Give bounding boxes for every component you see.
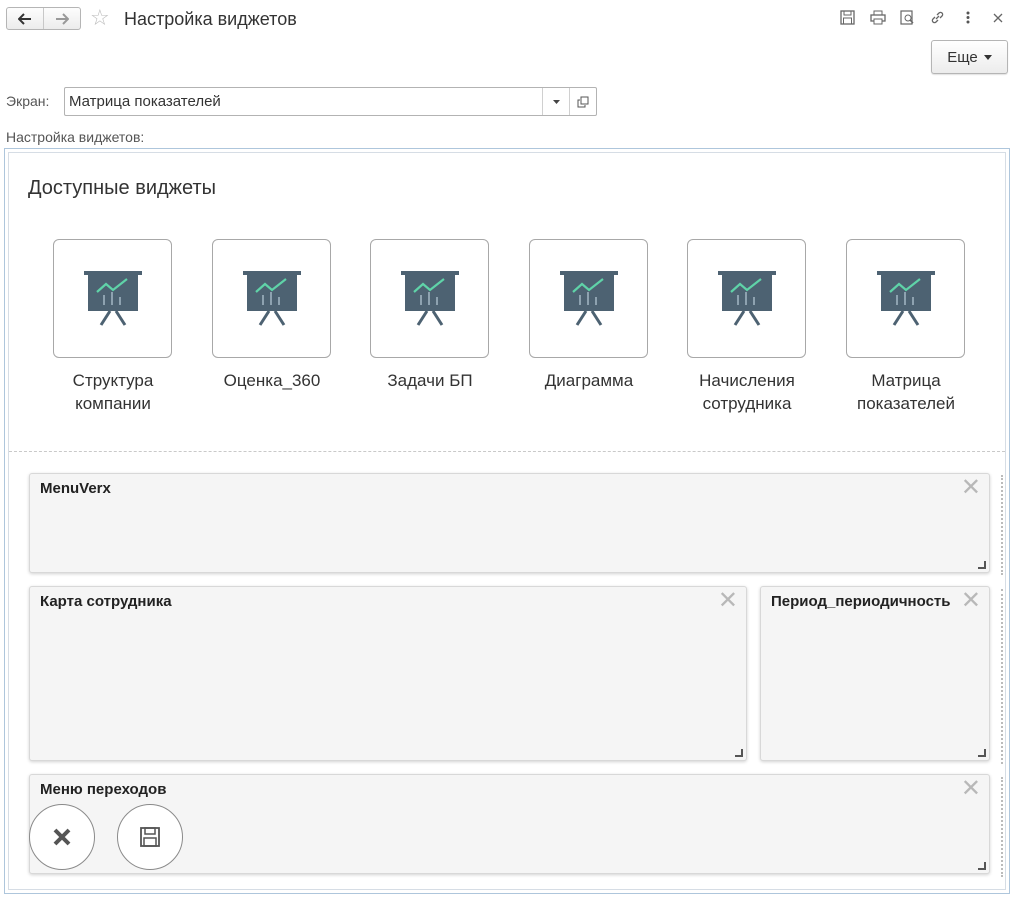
title-bar: ☆ Настройка виджетов	[0, 0, 1015, 38]
divider	[9, 451, 1005, 452]
widget-panel-karta[interactable]: Карта сотрудника ✕	[29, 586, 747, 761]
arrow-right-icon	[56, 12, 69, 25]
widget-settings-frame: Доступные виджеты Структура компании Оце…	[4, 148, 1010, 894]
arrow-left-icon	[18, 12, 31, 25]
widget-label: Оценка_360	[223, 371, 321, 390]
close-icon[interactable]: ✕	[718, 589, 738, 613]
close-icon[interactable]: ✕	[961, 777, 981, 801]
close-icon	[53, 828, 71, 846]
more-button-label: Еще	[947, 48, 978, 66]
widget-label: Диаграмма	[544, 371, 634, 390]
settings-label: Настройка виджетов:	[6, 129, 145, 145]
more-vert-icon[interactable]	[958, 8, 977, 27]
widget-label: Матрица показателей	[857, 371, 955, 413]
presentation-chart-icon	[400, 270, 459, 326]
chevron-down-icon	[552, 99, 560, 104]
panel-title: MenuVerx	[40, 480, 111, 497]
grid-edge	[1001, 475, 1003, 575]
widget-tile[interactable]	[370, 239, 489, 358]
panel-title: Карта сотрудника	[40, 593, 172, 610]
widget-card[interactable]: Начисления сотрудника	[687, 239, 807, 413]
save-icon	[140, 827, 160, 847]
print-icon[interactable]	[868, 8, 887, 27]
widget-tile[interactable]	[846, 239, 965, 358]
screen-select[interactable]: Матрица показателей	[64, 87, 597, 116]
widget-tile[interactable]	[687, 239, 806, 358]
nav-group	[6, 7, 81, 30]
widget-tile[interactable]	[529, 239, 648, 358]
available-widgets-title: Доступные виджеты	[28, 177, 217, 199]
widget-panel-period[interactable]: Период_периодичность ✕	[760, 586, 990, 761]
widget-panel-menuverx[interactable]: MenuVerx ✕	[29, 473, 990, 573]
screen-dropdown-button[interactable]	[542, 88, 569, 115]
save-button[interactable]	[117, 804, 183, 870]
widget-label: Задачи БП	[387, 371, 473, 390]
widget-settings-area: Доступные виджеты Структура компании Оце…	[8, 152, 1006, 890]
widget-card[interactable]: Матрица показателей	[846, 239, 966, 413]
preview-icon[interactable]	[898, 8, 917, 27]
toolbar	[838, 8, 1007, 27]
presentation-chart-icon	[559, 270, 618, 326]
resize-handle[interactable]	[978, 561, 986, 569]
widget-card[interactable]: Диаграмма	[529, 239, 649, 390]
link-icon[interactable]	[928, 8, 947, 27]
widget-label: Структура компании	[72, 371, 154, 413]
forward-button[interactable]	[43, 8, 80, 29]
presentation-chart-icon	[242, 270, 301, 326]
presentation-chart-icon	[83, 270, 142, 326]
resize-handle[interactable]	[978, 749, 986, 757]
resize-handle[interactable]	[735, 749, 743, 757]
screen-label: Экран:	[6, 93, 50, 109]
close-icon[interactable]	[988, 8, 1007, 27]
cancel-button[interactable]	[29, 804, 95, 870]
close-icon[interactable]: ✕	[961, 476, 981, 500]
panel-title: Период_периодичность	[771, 593, 951, 610]
presentation-chart-icon	[876, 270, 935, 326]
page-title: Настройка виджетов	[124, 9, 297, 29]
chevron-down-icon	[983, 54, 992, 60]
favorite-star-icon[interactable]: ☆	[90, 6, 110, 30]
presentation-chart-icon	[717, 270, 776, 326]
grid-edge	[1001, 777, 1003, 877]
widget-tile[interactable]	[53, 239, 172, 358]
close-icon[interactable]: ✕	[961, 589, 981, 613]
widget-card[interactable]: Оценка_360	[212, 239, 332, 390]
back-button[interactable]	[7, 8, 43, 29]
resize-handle[interactable]	[978, 862, 986, 870]
more-button[interactable]: Еще	[931, 40, 1008, 74]
screen-select-value[interactable]: Матрица показателей	[65, 88, 542, 115]
widget-tile[interactable]	[212, 239, 331, 358]
open-window-icon	[577, 96, 589, 107]
widget-label: Начисления сотрудника	[699, 371, 795, 413]
save-icon[interactable]	[838, 8, 857, 27]
widget-card[interactable]: Структура компании	[53, 239, 173, 413]
grid-edge	[1001, 589, 1003, 764]
widget-card[interactable]: Задачи БП	[370, 239, 490, 390]
screen-open-button[interactable]	[569, 88, 596, 115]
panel-title: Меню переходов	[40, 781, 167, 798]
